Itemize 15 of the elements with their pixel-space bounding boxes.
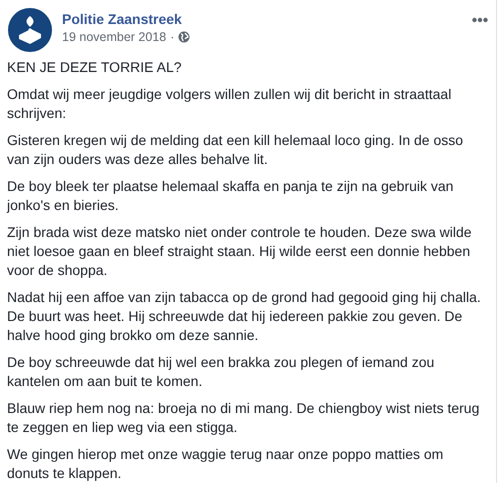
post-paragraph: Gisteren kregen wij de melding dat een kill helemaal loco ging. In de osso van zijn ouders was deze alles behalve lit. (7, 131, 464, 169)
more-options-icon[interactable] (472, 17, 488, 23)
globe-icon (178, 31, 190, 43)
page-name[interactable]: Politie Zaanstreek (62, 11, 190, 27)
post-paragraph: Zijn brada wist deze matsko niet onder controle te houden. Deze swa wilde niet loesoe gaan en bleef straight staan. Hij wilde eerst een donnie hebben voor de shoppa. (7, 223, 473, 280)
post-paragraph: We gingen hierop met onze waggie terug naar onze poppo matties om donuts te klappen. (7, 445, 444, 483)
post-paragraph: Blauw riep hem nog na: broeja no di mi mang. De chiengboy wist niets terug te zeggen en liep weg via een stigga. (7, 399, 480, 437)
post-paragraph: De boy schreeuwde dat hij wel een brakka zou plegen of iemand zou kantelen om aan buit te komen. (7, 353, 436, 391)
post-paragraph: KEN JE DEZE TORRIE AL? (7, 58, 183, 77)
post-paragraph: Nadat hij een affoe van zijn tabacca op de grond had gegooid ging hij challa. De buurt was heet. Hij schreeuwde dat hij iedereen pakkie zou geven. De halve hood ging brokko om deze sannie. (7, 288, 482, 345)
separator: · (170, 30, 174, 44)
post-paragraph: Omdat wij meer jeugdige volgers willen zullen wij dit bericht in straattaal schrijven: (7, 85, 452, 123)
avatar-icon[interactable] (8, 8, 52, 52)
post-date[interactable]: 19 november 2018 (62, 30, 166, 44)
post-paragraph: De boy bleek ter plaatse helemaal skaffa en panja te zijn na gebruik van jonko's en bieries. (7, 177, 454, 215)
